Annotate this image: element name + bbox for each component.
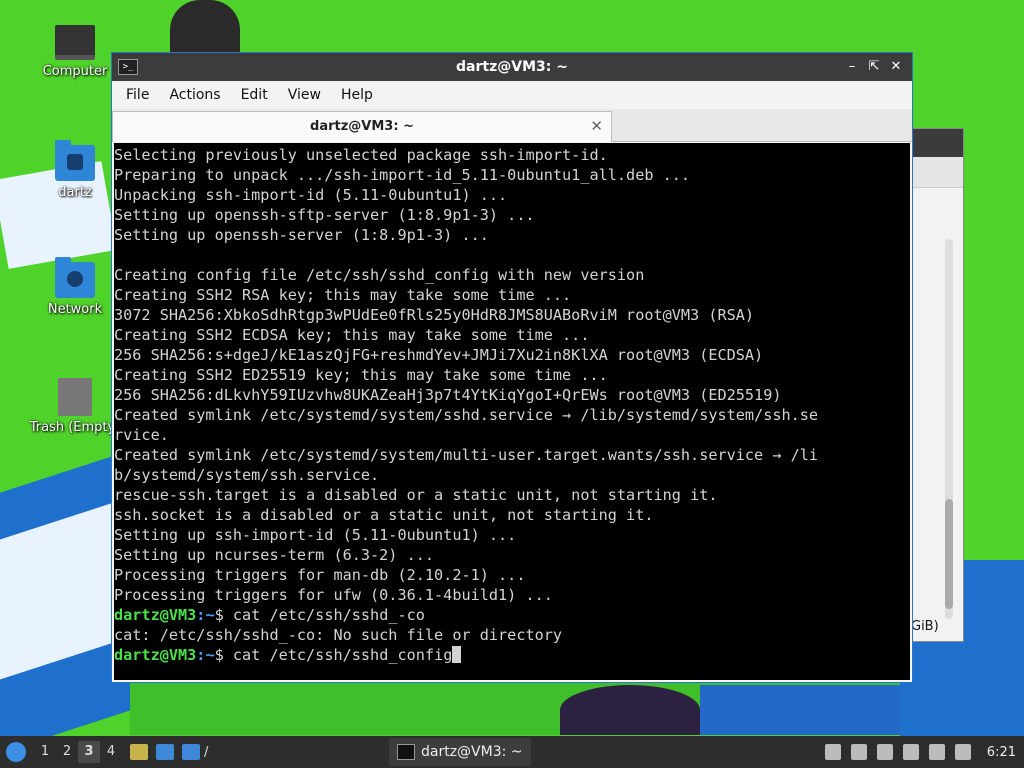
- prompt-path: :~: [196, 646, 215, 664]
- wallpaper-shape: [700, 685, 900, 735]
- terminal-app-icon[interactable]: >_: [118, 59, 138, 75]
- workspace-2[interactable]: 2: [56, 741, 78, 763]
- task-label: dartz@VM3: ~: [421, 744, 523, 760]
- workspace-1[interactable]: 1: [34, 741, 56, 763]
- network-folder-icon: [55, 257, 95, 298]
- background-window-scroll-thumb[interactable]: [945, 499, 953, 609]
- command-text: cat /etc/ssh/sshd_-co: [223, 606, 425, 624]
- tab-close-icon[interactable]: ✕: [590, 117, 603, 135]
- prompt-line: dartz@VM3:~$ cat /etc/ssh/sshd_config: [114, 645, 910, 665]
- terminal-line: Setting up openssh-sftp-server (1:8.9p1-…: [114, 206, 535, 224]
- terminal-line: Created symlink /etc/systemd/system/sshd…: [114, 406, 819, 424]
- terminal-task-icon: [397, 744, 415, 760]
- terminal-line: 3072 SHA256:XbkoSdhRtgp3wPUdEe0fRls25y0H…: [114, 306, 755, 324]
- system-tray: 6:21: [824, 736, 1016, 768]
- terminal-line: Creating config file /etc/ssh/sshd_confi…: [114, 266, 645, 284]
- desktop-icon-label: Trash (Empty): [29, 420, 121, 435]
- menu-actions[interactable]: Actions: [159, 87, 230, 103]
- terminal-line: 256 SHA256:dLkvhY59IUzvhw8UKAZeaHj3p7t4Y…: [114, 386, 782, 404]
- terminal-line: Creating SSH2 ED25519 key; this may take…: [114, 366, 608, 384]
- desktop-icon-network[interactable]: Network: [25, 257, 125, 317]
- taskbar-task-terminal[interactable]: dartz@VM3: ~: [389, 738, 531, 766]
- home-folder-icon: [55, 140, 95, 181]
- terminal-output[interactable]: Selecting previously unselected package …: [114, 143, 910, 680]
- network-icon[interactable]: [902, 744, 919, 760]
- workspace-4[interactable]: 4: [100, 741, 122, 763]
- terminal-line: rvice.: [114, 426, 169, 444]
- start-menu-icon[interactable]: [6, 742, 26, 762]
- prompt-symbol: $: [214, 646, 224, 664]
- trash-icon: [58, 378, 92, 416]
- terminal-line: Processing triggers for man-db (2.10.2-1…: [114, 566, 526, 584]
- terminal-line: Creating SSH2 ECDSA key; this may take s…: [114, 326, 590, 344]
- path-separator: /: [204, 744, 209, 760]
- tab-title: dartz@VM3: ~: [310, 119, 414, 134]
- desktop-icon-label: dartz: [58, 185, 92, 200]
- wallpaper-shape: [170, 0, 240, 60]
- command-text: cat /etc/ssh/sshd_config: [223, 646, 453, 664]
- workspace-3[interactable]: 3: [78, 741, 100, 763]
- window-title: dartz@VM3: ~: [456, 59, 568, 75]
- terminal-line: Creating SSH2 RSA key; this may take som…: [114, 286, 572, 304]
- close-icon[interactable]: ✕: [888, 59, 904, 75]
- terminal-line: rescue-ssh.target is a disabled or a sta…: [114, 486, 718, 504]
- terminal-line: 256 SHA256:s+dgeJ/kE1aszQjFG+reshmdYev+J…: [114, 346, 764, 364]
- menu-help[interactable]: Help: [331, 87, 383, 103]
- terminal-line: cat: /etc/ssh/sshd_-co: No such file or …: [114, 626, 563, 644]
- taskbar: 1 2 3 4 / dartz@VM3: ~ 6:21: [0, 736, 1024, 768]
- terminal-line: Setting up ssh-import-id (5.11-0ubuntu1)…: [114, 526, 517, 544]
- terminal-line: b/systemd/system/ssh.service.: [114, 466, 380, 484]
- terminal-lines: Selecting previously unselected package …: [114, 143, 910, 665]
- prompt-symbol: $: [214, 606, 224, 624]
- terminal-line: Setting up ncurses-term (6.3-2) ...: [114, 546, 435, 564]
- tab-bar: dartz@VM3: ~ ✕: [112, 109, 912, 142]
- display-icon[interactable]: [954, 744, 971, 760]
- terminal-line: Unpacking ssh-import-id (5.11-0ubuntu1) …: [114, 186, 508, 204]
- upload-icon[interactable]: [824, 744, 841, 760]
- maximize-icon[interactable]: ⇱: [866, 59, 882, 75]
- menu-file[interactable]: File: [116, 87, 159, 103]
- menu-edit[interactable]: Edit: [231, 87, 278, 103]
- window-icon[interactable]: [156, 744, 174, 760]
- volume-icon[interactable]: [850, 744, 867, 760]
- menu-bar: File Actions Edit View Help: [112, 81, 912, 109]
- wallpaper-shape: [560, 685, 700, 735]
- desktop-icon-trash[interactable]: Trash (Empty): [25, 378, 125, 435]
- terminal-titlebar[interactable]: >_ dartz@VM3: ~ – ⇱ ✕: [112, 53, 912, 81]
- text-cursor: [452, 646, 462, 663]
- menu-view[interactable]: View: [278, 87, 331, 103]
- desktop-icon-label: Network: [47, 302, 103, 317]
- terminal-tab[interactable]: dartz@VM3: ~ ✕: [112, 111, 612, 142]
- prompt-line: dartz@VM3:~$ cat /etc/ssh/sshd_-co: [114, 605, 910, 625]
- computer-icon: [55, 25, 95, 60]
- terminal-line: Created symlink /etc/systemd/system/mult…: [114, 446, 819, 464]
- terminal-line: Setting up openssh-server (1:8.9p1-3) ..…: [114, 226, 489, 244]
- clock[interactable]: 6:21: [987, 745, 1016, 760]
- notification-icon[interactable]: [928, 744, 945, 760]
- prompt-path: :~: [196, 606, 215, 624]
- terminal-line: Selecting previously unselected package …: [114, 146, 608, 164]
- clipboard-icon[interactable]: [876, 744, 893, 760]
- background-window-text: GiB): [911, 619, 939, 634]
- desktop-icon-label: Computer: [42, 64, 108, 79]
- minimize-icon[interactable]: –: [844, 59, 860, 75]
- prompt-user: dartz@VM3: [114, 606, 197, 624]
- file-manager-icon[interactable]: [182, 744, 200, 760]
- show-desktop-icon[interactable]: [130, 744, 148, 760]
- desktop-icon-home[interactable]: dartz: [25, 140, 125, 200]
- terminal-window[interactable]: >_ dartz@VM3: ~ – ⇱ ✕ File Actions Edit …: [112, 53, 912, 682]
- terminal-line: Processing triggers for ufw (0.36.1-4bui…: [114, 586, 553, 604]
- prompt-user: dartz@VM3: [114, 646, 197, 664]
- terminal-line: ssh.socket is a disabled or a static uni…: [114, 506, 654, 524]
- terminal-line: Preparing to unpack .../ssh-import-id_5.…: [114, 166, 691, 184]
- desktop-icon-computer[interactable]: Computer: [25, 25, 125, 79]
